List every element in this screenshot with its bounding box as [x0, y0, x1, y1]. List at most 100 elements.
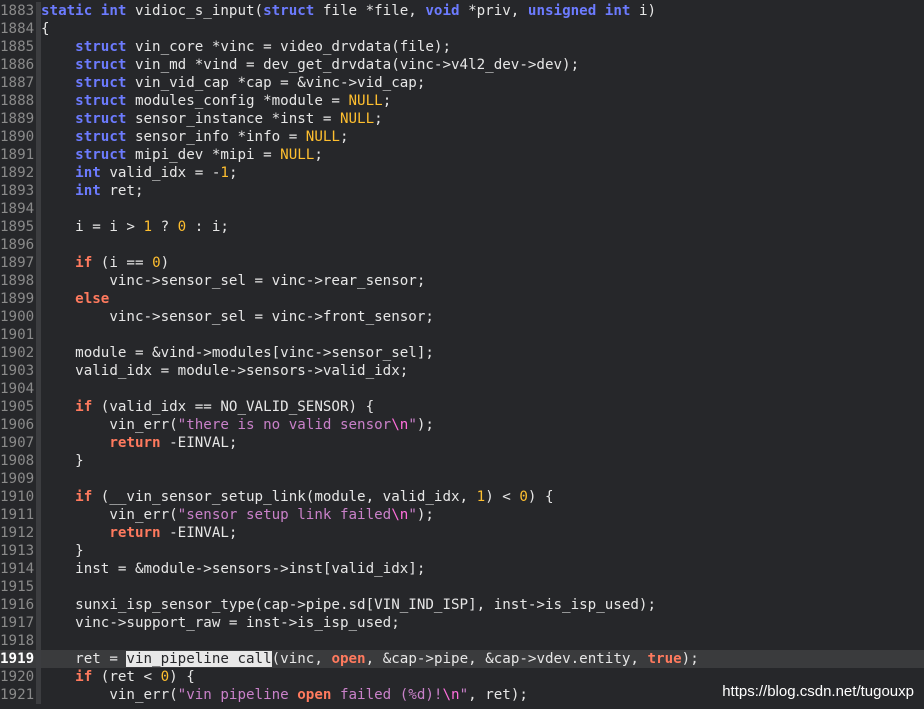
code-line[interactable]: 1891 struct mipi_dev *mipi = NULL; [0, 146, 924, 164]
code-text[interactable]: if (valid_idx == NO_VALID_SENSOR) { [41, 398, 374, 416]
code-line[interactable]: 1895 i = i > 1 ? 0 : i; [0, 218, 924, 236]
code-line[interactable]: 1918 [0, 632, 924, 650]
code-line[interactable]: 1886 struct vin_md *vind = dev_get_drvda… [0, 56, 924, 74]
code-line[interactable]: 1901 [0, 326, 924, 344]
code-text[interactable]: struct vin_md *vind = dev_get_drvdata(vi… [41, 56, 579, 74]
code-text[interactable]: struct modules_config *module = NULL; [41, 92, 391, 110]
code-line[interactable]: 1908 } [0, 452, 924, 470]
code-text[interactable]: module = &vind->modules[vinc->sensor_sel… [41, 344, 434, 362]
code-line-current[interactable]: 1919 ret = vin_pipeline call(vinc, open,… [0, 650, 924, 668]
code-line[interactable]: 1902 module = &vind->modules[vinc->senso… [0, 344, 924, 362]
code-token: i = i > [41, 219, 144, 235]
code-line[interactable]: 1889 struct sensor_instance *inst = NULL… [0, 110, 924, 128]
code-line[interactable]: 1912 return -EINVAL; [0, 524, 924, 542]
code-text[interactable]: vinc->sensor_sel = vinc->rear_sensor; [41, 272, 425, 290]
code-text[interactable]: struct mipi_dev *mipi = NULL; [41, 146, 323, 164]
code-line[interactable]: 1884 { [0, 20, 924, 38]
code-line[interactable]: 1899 else [0, 290, 924, 308]
code-token: if [75, 255, 93, 271]
code-text[interactable]: vinc->sensor_sel = vinc->front_sensor; [41, 308, 434, 326]
code-line[interactable]: 1893 int ret; [0, 182, 924, 200]
code-text[interactable]: int ret; [41, 182, 143, 200]
line-number: 1921 [0, 687, 35, 703]
line-number: 1888 [0, 93, 35, 109]
line-number: 1899 [0, 291, 35, 307]
selection-highlight: vin_pipeline c [126, 651, 247, 667]
code-text[interactable]: if (i == 0) [41, 254, 169, 272]
code-line[interactable]: 1915 [0, 578, 924, 596]
code-text[interactable]: else [41, 290, 109, 308]
code-text[interactable]: vin_err("vin pipeline open failed (%d)!\… [41, 686, 528, 704]
code-text[interactable]: struct sensor_instance *inst = NULL; [41, 110, 383, 128]
code-text[interactable]: } [41, 452, 84, 470]
code-line[interactable]: 1905 if (valid_idx == NO_VALID_SENSOR) { [0, 398, 924, 416]
code-token: inst = &module->sensors->inst[valid_idx]… [41, 561, 426, 577]
line-number: 1908 [0, 453, 35, 469]
code-text[interactable]: inst = &module->sensors->inst[valid_idx]… [41, 560, 425, 578]
code-line[interactable]: 1885 struct vin_core *vinc = video_drvda… [0, 38, 924, 56]
code-text[interactable]: sunxi_isp_sensor_type(cap->pipe.sd[VIN_I… [41, 596, 656, 614]
code-text[interactable]: struct vin_core *vinc = video_drvdata(fi… [41, 38, 451, 56]
code-text[interactable]: struct sensor_info *info = NULL; [41, 128, 348, 146]
code-editor[interactable]: 1883 static int vidioc_s_input(struct fil… [0, 2, 924, 704]
code-line[interactable]: 1903 valid_idx = module->sensors->valid_… [0, 362, 924, 380]
code-line[interactable]: 1897 if (i == 0) [0, 254, 924, 272]
code-token: file *file, [314, 3, 426, 19]
code-token: void [425, 3, 460, 19]
code-text[interactable]: valid_idx = module->sensors->valid_idx; [41, 362, 408, 380]
code-line[interactable]: 1898 vinc->sensor_sel = vinc->rear_senso… [0, 272, 924, 290]
line-number: 1907 [0, 435, 35, 451]
code-line[interactable]: 1887 struct vin_vid_cap *cap = &vinc->vi… [0, 74, 924, 92]
code-text[interactable]: { [41, 20, 50, 38]
code-token: \n [442, 687, 460, 703]
code-line[interactable]: 1883 static int vidioc_s_input(struct fil… [0, 2, 924, 20]
code-token: ) { [527, 489, 554, 505]
line-number: 1897 [0, 255, 35, 271]
code-line[interactable]: 1917 vinc->support_raw = inst->is_isp_us… [0, 614, 924, 632]
code-text[interactable]: ret = vin_pipeline call(vinc, open, &cap… [41, 650, 699, 668]
code-token: " [408, 417, 417, 433]
code-text[interactable]: return -EINVAL; [41, 524, 237, 542]
code-line[interactable]: 1906 vin_err("there is no valid sensor\n… [0, 416, 924, 434]
code-line[interactable]: 1896 [0, 236, 924, 254]
code-token: { [41, 21, 50, 37]
code-line[interactable]: 1900 vinc->sensor_sel = vinc->front_sens… [0, 308, 924, 326]
code-token: vinc->sensor_sel = vinc->rear_sensor; [41, 273, 426, 289]
code-line[interactable]: 1914 inst = &module->sensors->inst[valid… [0, 560, 924, 578]
code-line[interactable]: 1916 sunxi_isp_sensor_type(cap->pipe.sd[… [0, 596, 924, 614]
code-line[interactable]: 1894 [0, 200, 924, 218]
code-text[interactable]: vinc->support_raw = inst->is_isp_used; [41, 614, 400, 632]
code-token: if [75, 669, 93, 685]
code-line[interactable]: 1913 } [0, 542, 924, 560]
code-text[interactable]: return -EINVAL; [41, 434, 237, 452]
code-text[interactable]: i = i > 1 ? 0 : i; [41, 218, 229, 236]
code-text[interactable]: if (__vin_sensor_setup_link(module, vali… [41, 488, 554, 506]
code-token: (i == [92, 255, 153, 271]
code-line[interactable]: 1909 [0, 470, 924, 488]
code-text[interactable]: } [41, 542, 84, 560]
code-line[interactable]: 1911 vin_err("sensor setup link failed\n… [0, 506, 924, 524]
code-text[interactable]: if (ret < 0) { [41, 668, 195, 686]
code-line[interactable]: 1904 [0, 380, 924, 398]
code-line[interactable]: 1892 int valid_idx = -1; [0, 164, 924, 182]
code-text[interactable]: int valid_idx = -1; [41, 164, 237, 182]
code-text[interactable]: vin_err("there is no valid sensor\n"); [41, 416, 434, 434]
code-line[interactable]: 1907 return -EINVAL; [0, 434, 924, 452]
code-line[interactable]: 1910 if (__vin_sensor_setup_link(module,… [0, 488, 924, 506]
code-token: " [408, 507, 417, 523]
code-text[interactable]: static int vidioc_s_input(struct file *f… [41, 2, 656, 20]
code-line[interactable]: 1888 struct modules_config *module = NUL… [0, 92, 924, 110]
line-number: 1900 [0, 309, 35, 325]
code-line[interactable]: 1890 struct sensor_info *info = NULL; [0, 128, 924, 146]
code-text[interactable]: vin_err("sensor setup link failed\n"); [41, 506, 434, 524]
code-token: : i; [186, 219, 229, 235]
gutter-separator [36, 236, 41, 254]
code-token: unsigned int [527, 3, 631, 19]
code-text[interactable]: struct vin_vid_cap *cap = &vinc->vid_cap… [41, 74, 425, 92]
line-number: 1911 [0, 507, 35, 523]
code-token: static [41, 3, 101, 19]
line-number: 1917 [0, 615, 35, 631]
